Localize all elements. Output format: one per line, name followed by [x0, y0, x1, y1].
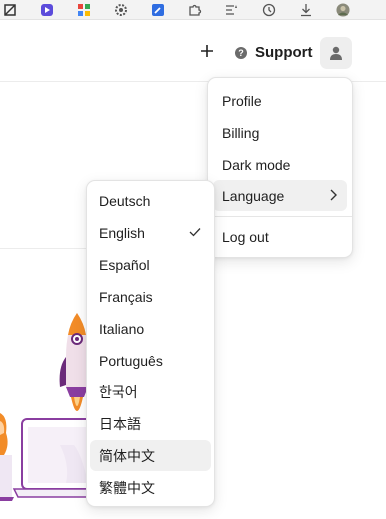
- language-option-english[interactable]: English: [90, 217, 211, 248]
- language-option-italiano[interactable]: Italiano: [90, 313, 211, 344]
- rocket-laptop-illustration: [0, 313, 103, 501]
- menu-item-log-out[interactable]: Log out: [213, 221, 347, 252]
- language-option-espanol[interactable]: Español: [90, 249, 211, 280]
- language-option-portugues[interactable]: Português: [90, 345, 211, 376]
- language-menu: Deutsch English Español Français Italian…: [86, 180, 215, 507]
- language-option-simplified-chinese[interactable]: 简体中文: [90, 440, 211, 471]
- browser-extension-bar: [0, 0, 386, 20]
- language-option-japanese[interactable]: 日本語: [90, 408, 211, 439]
- ext-history-icon[interactable]: [261, 3, 277, 17]
- ext-tiles-icon[interactable]: [76, 3, 92, 17]
- chevron-right-icon: [330, 189, 337, 201]
- ext-app-icon[interactable]: [2, 3, 18, 17]
- question-icon: ?: [235, 46, 247, 59]
- user-menu: Profile Billing Dark mode Language Log o…: [207, 77, 353, 258]
- language-option-english-label: English: [99, 224, 145, 241]
- language-option-traditional-chinese[interactable]: 繁體中文: [90, 472, 211, 503]
- user-icon: [330, 46, 342, 60]
- menu-item-profile[interactable]: Profile: [213, 85, 347, 116]
- ext-download-icon[interactable]: [298, 3, 314, 17]
- plus-icon: [201, 45, 213, 57]
- menu-separator: [208, 216, 352, 217]
- user-avatar-button[interactable]: [320, 37, 352, 69]
- language-option-korean[interactable]: 한국어: [90, 376, 211, 407]
- ext-profile-icon[interactable]: [335, 2, 351, 17]
- ext-puzzle-icon[interactable]: [187, 3, 203, 17]
- ext-gear-icon[interactable]: [113, 3, 129, 17]
- ext-favorites-icon[interactable]: [224, 3, 240, 17]
- menu-item-language-label: Language: [222, 187, 285, 204]
- menu-item-language[interactable]: Language: [213, 180, 347, 211]
- content-divider: [0, 248, 90, 249]
- support-button[interactable]: ? Support: [235, 44, 313, 61]
- language-option-deutsch[interactable]: Deutsch: [90, 185, 211, 216]
- menu-item-billing[interactable]: Billing: [213, 117, 347, 148]
- add-button[interactable]: [198, 42, 216, 60]
- support-label: Support: [255, 44, 313, 61]
- menu-item-dark-mode[interactable]: Dark mode: [213, 149, 347, 180]
- app-header: ? Support: [0, 20, 386, 82]
- ext-purple-icon[interactable]: [39, 3, 55, 17]
- check-icon: [189, 228, 201, 237]
- language-option-francais[interactable]: Français: [90, 281, 211, 312]
- ext-edit-icon[interactable]: [150, 3, 166, 17]
